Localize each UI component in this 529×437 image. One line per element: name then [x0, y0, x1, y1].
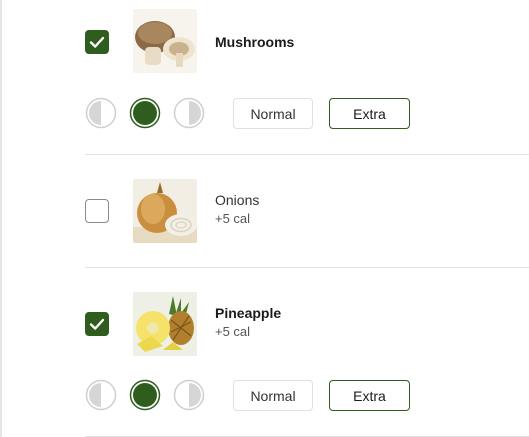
portion-left-button[interactable]: [85, 97, 117, 129]
onions-checkbox[interactable]: [85, 199, 109, 223]
half-right-portion-icon: [173, 97, 205, 129]
topping-name: Mushrooms: [215, 34, 295, 50]
mushrooms-thumbnail: [133, 9, 197, 73]
topping-item-mushrooms: Mushrooms Normal Extra: [85, 0, 529, 150]
checkmark-icon: [89, 36, 105, 48]
topping-item-pineapple: Pineapple +5 cal Normal Extra: [85, 268, 529, 436]
topping-calories: +5 cal: [215, 211, 251, 226]
extra-amount-button[interactable]: Extra: [329, 98, 410, 129]
portion-whole-button[interactable]: [129, 97, 161, 129]
portion-right-button[interactable]: [173, 379, 205, 411]
whole-portion-icon: [129, 97, 161, 129]
topping-name: Pineapple: [215, 305, 282, 321]
onions-thumbnail: [133, 179, 197, 243]
normal-amount-button[interactable]: Normal: [233, 98, 313, 129]
portion-whole-button[interactable]: [129, 379, 161, 411]
mushrooms-checkbox[interactable]: [85, 30, 109, 54]
pineapple-thumbnail: [133, 292, 197, 356]
topping-item-onions: Onions +5 cal: [85, 155, 529, 267]
portion-left-button[interactable]: [85, 379, 117, 411]
half-right-portion-icon: [173, 379, 205, 411]
extra-amount-button[interactable]: Extra: [329, 380, 410, 411]
half-left-portion-icon: [85, 379, 117, 411]
checkmark-icon: [89, 318, 105, 330]
normal-amount-button[interactable]: Normal: [233, 380, 313, 411]
whole-portion-icon: [129, 379, 161, 411]
topping-name: Onions: [215, 192, 260, 208]
portion-right-button[interactable]: [173, 97, 205, 129]
half-left-portion-icon: [85, 97, 117, 129]
pineapple-checkbox[interactable]: [85, 312, 109, 336]
left-panel-border: [0, 0, 2, 437]
topping-calories: +5 cal: [215, 324, 251, 339]
